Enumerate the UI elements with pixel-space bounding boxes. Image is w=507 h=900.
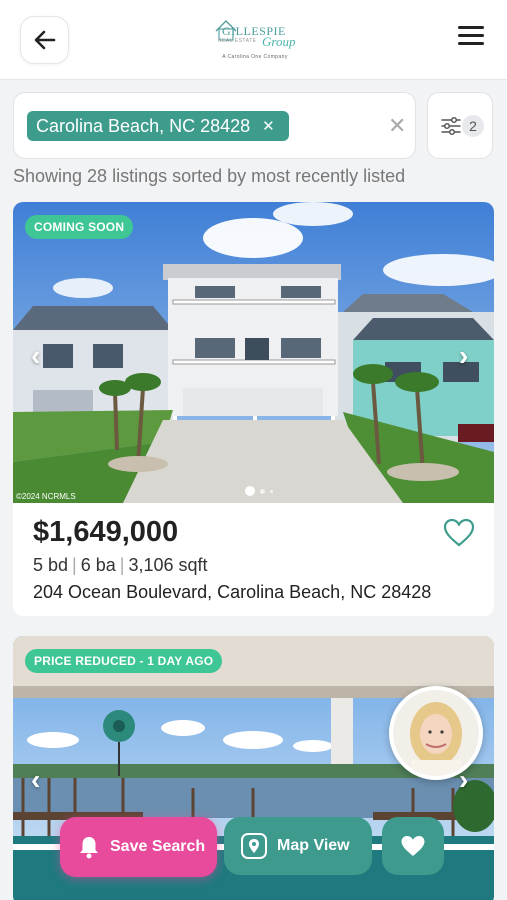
listing-sqft: 3,106 sqft: [128, 555, 208, 575]
filter-count-badge: 2: [462, 115, 484, 137]
save-search-label: Save Search: [110, 838, 206, 855]
filters-button[interactable]: 2: [427, 92, 493, 159]
map-pin-icon: [241, 833, 267, 859]
logo-subname: REAL ESTATE: [218, 38, 257, 44]
map-view-label: Map View: [277, 837, 350, 854]
listing-photo[interactable]: COMING SOON ‹ › ©2024 NCRMLS: [13, 202, 494, 503]
clear-search-icon[interactable]: ✕: [388, 113, 406, 139]
app-header: GILLESPIE REAL ESTATE Group A Carolina O…: [0, 0, 507, 80]
pagination-dot[interactable]: [270, 489, 273, 493]
favorites-button[interactable]: [382, 817, 444, 875]
listing-price: $1,649,000: [33, 516, 179, 548]
agent-avatar[interactable]: [389, 686, 483, 780]
chevron-left-icon[interactable]: ‹: [31, 764, 40, 796]
company-logo[interactable]: GILLESPIE REAL ESTATE Group A Carolina O…: [212, 16, 298, 64]
listing-summary: Showing 28 listings sorted by most recen…: [13, 166, 406, 186]
pagination-dot[interactable]: [260, 488, 265, 494]
heart-filled-icon: [401, 836, 425, 856]
chevron-right-icon[interactable]: ›: [459, 340, 468, 372]
house-photo-illustration: [13, 202, 494, 503]
logo-tagline: A Carolina One Company: [222, 54, 288, 60]
listing-address: 204 Ocean Boulevard, Carolina Beach, NC …: [33, 582, 432, 602]
listing-card[interactable]: COMING SOON ‹ › ©2024 NCRMLS $1,649,000 …: [13, 202, 494, 616]
pagination-dot[interactable]: [245, 486, 255, 496]
spec-divider: |: [119, 555, 125, 575]
photo-copyright: ©2024 NCRMLS: [16, 492, 76, 501]
chevron-left-icon[interactable]: ‹: [31, 340, 40, 372]
location-chip-label: Carolina Beach, NC 28428: [36, 115, 251, 136]
hamburger-menu-icon[interactable]: [458, 26, 488, 52]
arrow-left-icon: [34, 30, 55, 50]
listing-status-badge: COMING SOON: [25, 215, 134, 239]
listing-baths: 6 ba: [80, 555, 116, 575]
location-chip[interactable]: Carolina Beach, NC 28428 ✕: [27, 111, 289, 141]
agent-portrait-illustration: [393, 690, 479, 776]
remove-chip-icon[interactable]: ✕: [262, 117, 275, 135]
listing-specs: 5 bd | 6 ba | 3,106 sqft: [33, 555, 208, 576]
spec-divider: |: [72, 555, 77, 575]
map-view-button[interactable]: Map View: [224, 817, 372, 875]
back-button[interactable]: [20, 16, 69, 64]
save-search-button[interactable]: Save Search: [60, 817, 217, 877]
location-search-box[interactable]: Carolina Beach, NC 28428 ✕ ✕: [13, 92, 416, 159]
bell-icon: [78, 835, 100, 859]
listing-status-badge: PRICE REDUCED - 1 DAY AGO: [25, 649, 223, 673]
heart-outline-icon[interactable]: [443, 518, 475, 548]
logo-script: Group: [262, 34, 296, 49]
listing-beds: 5 bd: [33, 555, 69, 575]
photo-pagination-dots: [245, 486, 273, 496]
sliders-icon: [441, 116, 461, 136]
